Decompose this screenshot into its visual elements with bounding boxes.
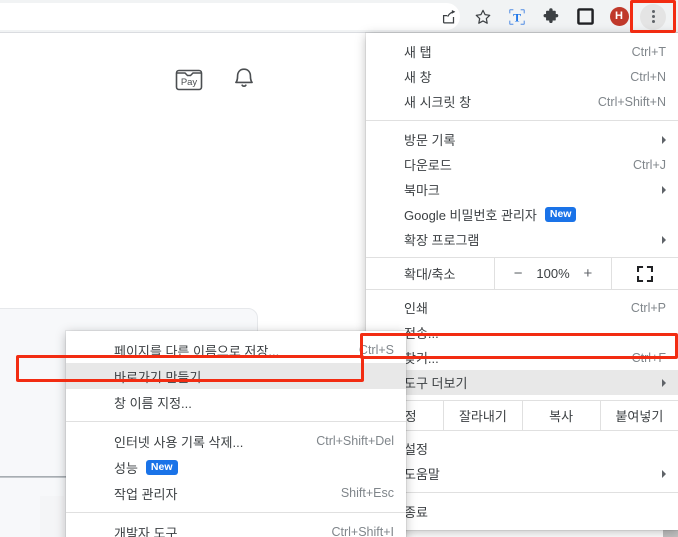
menu-item-accelerator: Ctrl+P (630, 300, 666, 315)
menu-item-label: 확장 프로그램 (404, 233, 480, 248)
puzzle-icon[interactable] (536, 2, 566, 32)
copy-button[interactable]: 복사 (521, 401, 600, 430)
menu-group-settings: 설정 도움말 (366, 436, 678, 486)
menu-item-accelerator: Ctrl+J (633, 157, 666, 172)
chevron-right-icon (662, 185, 666, 194)
menu-item-label: 창 이름 지정... (114, 395, 192, 411)
annotation-box-kebab-menu-button (630, 0, 676, 33)
menu-item-history[interactable]: 방문 기록 (366, 127, 678, 152)
zoom-row: 확대/축소 − 100% + (366, 257, 678, 290)
menu-item-accelerator: Ctrl+Shift+I (331, 525, 394, 537)
svg-text:T: T (513, 10, 521, 24)
menu-item-more-tools[interactable]: 도구 더보기 (366, 370, 678, 395)
paste-button[interactable]: 붙여넣기 (599, 401, 678, 430)
menu-item-exit[interactable]: 종료 (366, 499, 678, 524)
new-badge: New (145, 459, 178, 475)
menu-separator (366, 120, 678, 121)
menu-group-new: 새 탭 Ctrl+T 새 창 Ctrl+N 새 시크릿 창 Ctrl+Shift… (366, 39, 678, 114)
submenu-item-developer-tools[interactable]: 개발자 도구 Ctrl+Shift+I (66, 519, 406, 537)
menu-item-accelerator: Ctrl+N (630, 69, 666, 84)
menu-item-label: 도움말 (404, 467, 440, 482)
chevron-right-icon (662, 235, 666, 244)
menu-separator (66, 421, 406, 422)
menu-item-label: 개발자 도구 (114, 525, 178, 537)
annotation-box-create-shortcut-menu-item (16, 355, 364, 382)
menu-item-new-incognito-window[interactable]: 새 시크릿 창 Ctrl+Shift+N (366, 89, 678, 114)
svg-text:Pay: Pay (181, 77, 198, 88)
notification-bell-icon[interactable] (231, 66, 257, 97)
menu-item-settings[interactable]: 설정 (366, 436, 678, 461)
menu-item-accelerator: Ctrl+Shift+N (597, 94, 666, 109)
zoom-level-value: 100% (536, 266, 570, 281)
menu-item-help[interactable]: 도움말 (366, 461, 678, 486)
menu-item-label: 인쇄 (404, 301, 428, 316)
menu-item-accelerator: Shift+Esc (340, 486, 394, 500)
menu-separator (66, 512, 406, 513)
page-icon-row: Pay (175, 66, 257, 97)
fullscreen-icon[interactable] (611, 258, 678, 289)
menu-item-print[interactable]: 인쇄 Ctrl+P (366, 295, 678, 320)
submenu-group-maintenance: 인터넷 사용 기록 삭제... Ctrl+Shift+Del 성능 New 작업… (66, 428, 406, 506)
annotation-box-more-tools-menu-item (360, 333, 678, 359)
side-panel-icon[interactable] (570, 2, 600, 32)
menu-item-bookmarks[interactable]: 북마크 (366, 177, 678, 202)
menu-item-password-manager[interactable]: Google 비밀번호 관리자 New (366, 202, 678, 227)
edit-row: 수정 잘라내기 복사 붙여넣기 (366, 400, 678, 431)
submenu-item-clear-browsing-data[interactable]: 인터넷 사용 기록 삭제... Ctrl+Shift+Del (66, 428, 406, 454)
profile-initial: H (609, 7, 629, 26)
translate-icon[interactable]: T (502, 2, 532, 32)
browser-toolbar: T H (0, 0, 678, 33)
new-badge: New (544, 207, 577, 222)
menu-item-new-window[interactable]: 새 창 Ctrl+N (366, 64, 678, 89)
zoom-controls: − 100% + (494, 258, 611, 289)
menu-item-label: 새 시크릿 창 (404, 95, 472, 110)
cut-button[interactable]: 잘라내기 (443, 401, 521, 430)
submenu-group-devtools: 개발자 도구 Ctrl+Shift+I (66, 519, 406, 537)
submenu-item-performance[interactable]: 성능 New (66, 454, 406, 480)
zoom-out-button[interactable]: − (510, 265, 526, 282)
chevron-right-icon (662, 378, 666, 387)
menu-item-label: 방문 기록 (404, 133, 456, 148)
omnibox[interactable] (0, 3, 460, 30)
screenshot-root: Pay T H 새 탭 Ctrl+T 새 창 Ctrl+N 새 시크릿 창 Ct… (0, 0, 678, 537)
menu-item-label: 인터넷 사용 기록 삭제... (114, 434, 244, 450)
zoom-in-button[interactable]: + (580, 265, 596, 282)
background-column-left (40, 496, 64, 537)
menu-item-new-tab[interactable]: 새 탭 Ctrl+T (366, 39, 678, 64)
menu-separator (366, 492, 678, 493)
menu-item-label: 새 창 (404, 70, 432, 85)
chrome-main-menu: 새 탭 Ctrl+T 새 창 Ctrl+N 새 시크릿 창 Ctrl+Shift… (366, 33, 678, 530)
chevron-right-icon (662, 469, 666, 478)
menu-item-label: 성능 (114, 460, 138, 476)
share-icon[interactable] (434, 2, 464, 32)
menu-item-label: Google 비밀번호 관리자 (404, 208, 537, 223)
menu-item-label: 작업 관리자 (114, 486, 178, 502)
menu-item-label: 새 탭 (404, 45, 432, 60)
menu-item-accelerator: Ctrl+T (631, 44, 666, 59)
submenu-item-task-manager[interactable]: 작업 관리자 Shift+Esc (66, 480, 406, 506)
menu-group-exit: 종료 (366, 499, 678, 524)
menu-item-accelerator: Ctrl+Shift+Del (316, 434, 394, 448)
menu-item-extensions[interactable]: 확장 프로그램 (366, 227, 678, 252)
menu-item-label: 설정 (404, 442, 428, 457)
menu-item-label: 북마크 (404, 183, 440, 198)
menu-group-browse: 방문 기록 다운로드 Ctrl+J 북마크 Google 비밀번호 관리자 Ne… (366, 127, 678, 252)
menu-item-label: 종료 (404, 505, 428, 520)
submenu-item-name-window[interactable]: 창 이름 지정... (66, 389, 406, 415)
menu-item-label: 도구 더보기 (404, 376, 468, 391)
pay-wallet-icon[interactable]: Pay (175, 66, 203, 97)
menu-item-label: 다운로드 (404, 158, 452, 173)
zoom-label: 확대/축소 (404, 267, 456, 282)
menu-item-downloads[interactable]: 다운로드 Ctrl+J (366, 152, 678, 177)
star-icon[interactable] (468, 2, 498, 32)
chevron-right-icon (662, 135, 666, 144)
